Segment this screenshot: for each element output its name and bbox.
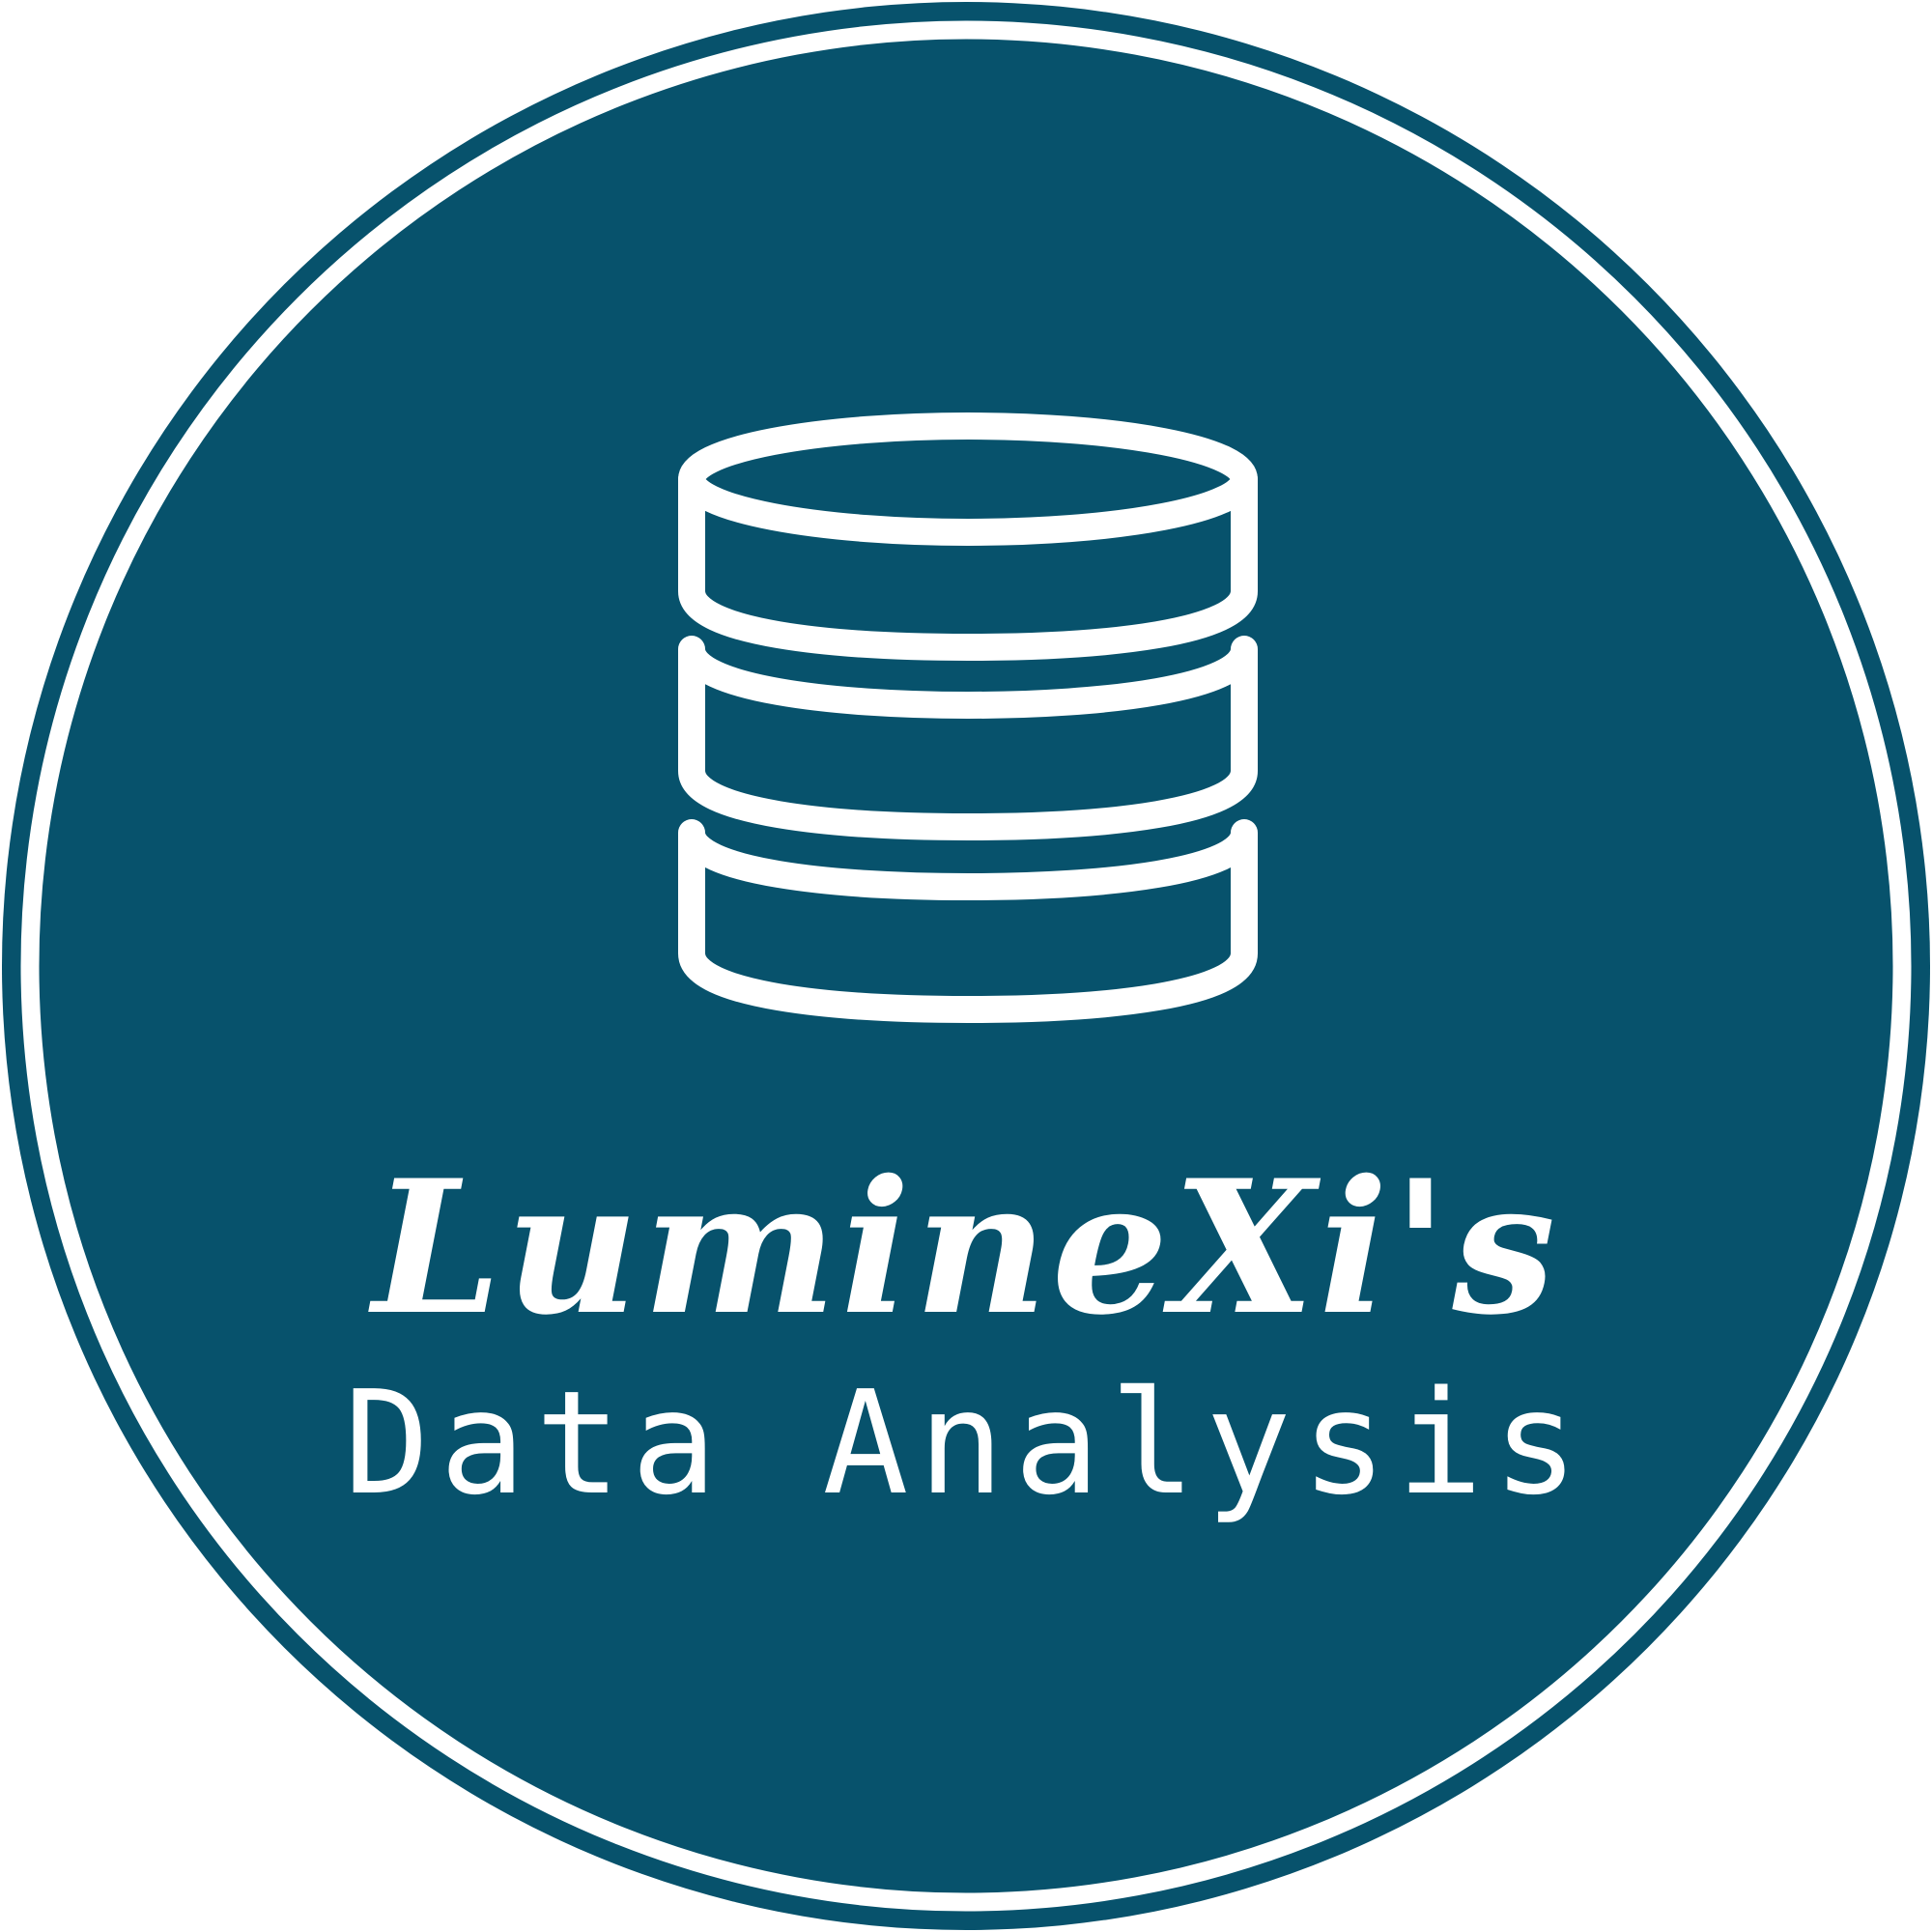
logo-badge: LumineXi's Data Analysis [0, 0, 1932, 1932]
badge-outer-circle [2, 2, 1930, 1930]
tagline: Data Analysis [344, 1360, 1588, 1526]
logo-canvas: LumineXi's Data Analysis [2, 2, 1930, 1930]
brand-name: LumineXi's [368, 1140, 1560, 1355]
